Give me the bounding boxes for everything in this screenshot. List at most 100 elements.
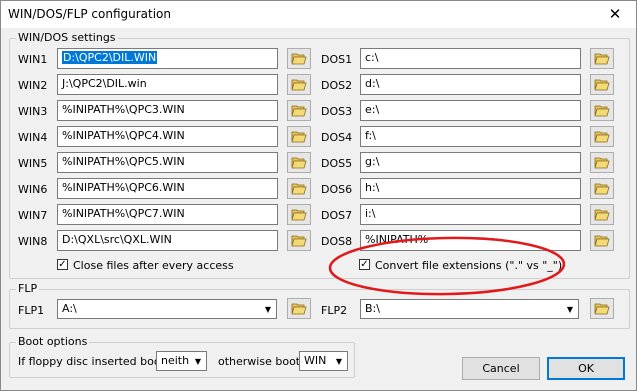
win3-browse-button[interactable] [287, 100, 311, 121]
flp2-label: FLP2 [321, 304, 348, 317]
close-files-checkbox[interactable]: ✓ [57, 259, 68, 270]
win2-browse-button[interactable] [287, 74, 311, 95]
dos5-value: g:\ [365, 155, 380, 168]
dos6-input[interactable]: h:\ [360, 178, 581, 199]
close-files-label: Close files after every access [73, 259, 234, 272]
dos3-input[interactable]: e:\ [360, 100, 581, 121]
win5-browse-button[interactable] [287, 152, 311, 173]
convert-extensions-checkbox[interactable]: ✓ [359, 259, 370, 270]
dos7-label: DOS7 [321, 209, 353, 222]
flp2-select[interactable]: B:\ ▼ [360, 299, 579, 319]
dos4-browse-button[interactable] [590, 126, 614, 147]
chevron-down-icon: ▼ [264, 304, 272, 314]
win7-value: %INIPATH%\QPC7.WIN [62, 207, 185, 220]
flp-group-title: FLP [16, 282, 40, 295]
win4-value: %INIPATH%\QPC4.WIN [62, 129, 185, 142]
ok-button[interactable]: OK [547, 357, 625, 380]
win5-value: %INIPATH%\QPC5.WIN [62, 155, 185, 168]
win6-label: WIN6 [18, 183, 48, 196]
cancel-button[interactable]: Cancel [462, 357, 540, 380]
win6-browse-button[interactable] [287, 178, 311, 199]
folder-open-icon [291, 209, 307, 221]
win8-browse-button[interactable] [287, 230, 311, 251]
win4-browse-button[interactable] [287, 126, 311, 147]
win1-label: WIN1 [18, 53, 48, 66]
win2-label: WIN2 [18, 79, 48, 92]
dos2-label: DOS2 [321, 79, 353, 92]
dos5-browse-button[interactable] [590, 152, 614, 173]
dos3-browse-button[interactable] [590, 100, 614, 121]
win3-input[interactable]: %INIPATH%\QPC3.WIN [57, 100, 278, 121]
flp1-browse-button[interactable] [287, 298, 311, 319]
convert-extensions-label: Convert file extensions ("." vs "_") [375, 259, 563, 272]
chevron-down-icon: ▼ [566, 304, 574, 314]
dos2-browse-button[interactable] [590, 74, 614, 95]
dos1-input[interactable]: c:\ [360, 48, 581, 69]
title-bar: WIN/DOS/FLP configuration ✕ [0, 0, 637, 28]
floppy-boot-label: If floppy disc inserted boot [18, 355, 165, 368]
dos1-browse-button[interactable] [590, 48, 614, 69]
dos6-label: DOS6 [321, 183, 353, 196]
dos5-input[interactable]: g:\ [360, 152, 581, 173]
dos4-input[interactable]: f:\ [360, 126, 581, 147]
win5-input[interactable]: %INIPATH%\QPC5.WIN [57, 152, 278, 173]
dos6-value: h:\ [365, 181, 380, 194]
win1-browse-button[interactable] [287, 48, 311, 69]
folder-open-icon [291, 105, 307, 117]
flp2-browse-button[interactable] [590, 298, 614, 319]
otherwise-boot-select[interactable]: WIN ▼ [299, 351, 348, 371]
folder-open-icon [291, 183, 307, 195]
chevron-down-icon: ▼ [335, 356, 343, 366]
folder-open-icon [291, 131, 307, 143]
folder-open-icon [291, 303, 307, 315]
close-window-button[interactable]: ✕ [593, 0, 637, 28]
dos8-input[interactable]: %INIPATH% [360, 230, 581, 251]
dos1-value: c:\ [365, 51, 379, 64]
folder-open-icon [291, 79, 307, 91]
folder-open-icon [594, 105, 610, 117]
win4-input[interactable]: %INIPATH%\QPC4.WIN [57, 126, 278, 147]
dos1-label: DOS1 [321, 53, 353, 66]
dos2-input[interactable]: d:\ [360, 74, 581, 95]
win3-value: %INIPATH%\QPC3.WIN [62, 103, 185, 116]
boot-group-title: Boot options [16, 335, 90, 348]
win6-value: %INIPATH%\QPC6.WIN [62, 181, 185, 194]
win2-input[interactable]: J:\QPC2\DIL.win [57, 74, 278, 95]
win2-value: J:\QPC2\DIL.win [62, 77, 147, 90]
floppy-boot-select[interactable]: neith ▼ [156, 351, 207, 371]
folder-open-icon [594, 53, 610, 65]
dos8-browse-button[interactable] [590, 230, 614, 251]
folder-open-icon [594, 183, 610, 195]
dos7-input[interactable]: i:\ [360, 204, 581, 225]
otherwise-boot-value: WIN [304, 354, 327, 367]
dos3-label: DOS3 [321, 105, 353, 118]
dos8-label: DOS8 [321, 235, 353, 248]
dos4-label: DOS4 [321, 131, 353, 144]
folder-open-icon [594, 79, 610, 91]
folder-open-icon [594, 235, 610, 247]
folder-open-icon [291, 157, 307, 169]
folder-open-icon [594, 131, 610, 143]
folder-open-icon [291, 235, 307, 247]
flp1-select[interactable]: A:\ ▼ [57, 299, 277, 319]
win3-label: WIN3 [18, 105, 48, 118]
dos6-browse-button[interactable] [590, 178, 614, 199]
win5-label: WIN5 [18, 157, 48, 170]
chevron-down-icon: ▼ [194, 356, 202, 366]
dos2-value: d:\ [365, 77, 380, 90]
win7-browse-button[interactable] [287, 204, 311, 225]
dos7-browse-button[interactable] [590, 204, 614, 225]
floppy-boot-value: neith [161, 354, 190, 367]
win8-value: D:\QXL\src\QXL.WIN [62, 233, 172, 246]
win1-input[interactable]: D:\QPC2\DIL.WIN [57, 48, 278, 69]
folder-open-icon [594, 157, 610, 169]
win7-input[interactable]: %INIPATH%\QPC7.WIN [57, 204, 278, 225]
flp1-label: FLP1 [18, 304, 45, 317]
dos7-value: i:\ [365, 207, 376, 220]
win1-value: D:\QPC2\DIL.WIN [62, 51, 158, 64]
folder-open-icon [594, 209, 610, 221]
folder-open-icon [594, 303, 610, 315]
win8-input[interactable]: D:\QXL\src\QXL.WIN [57, 230, 278, 251]
win6-input[interactable]: %INIPATH%\QPC6.WIN [57, 178, 278, 199]
otherwise-boot-label: otherwise boot [218, 355, 301, 368]
